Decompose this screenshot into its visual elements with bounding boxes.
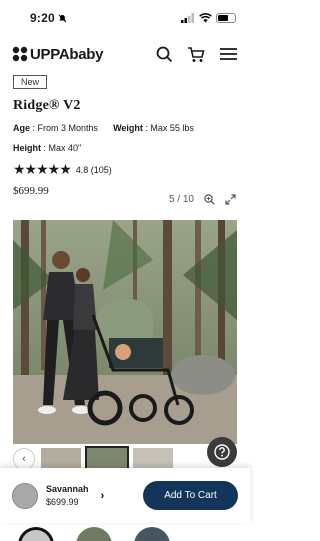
product-specs: Age : From 3 Months Weight : Max 55 lbs … xyxy=(13,123,237,153)
brand-name: UPPAbaby xyxy=(30,45,104,63)
search-button[interactable] xyxy=(154,44,174,64)
product-info: New Ridge® V2 Age : From 3 Months Weight… xyxy=(0,72,250,197)
spec-weight: Weight : Max 55 lbs xyxy=(113,123,194,133)
gallery-controls: 5 / 10 xyxy=(169,194,236,205)
color-swatch-row xyxy=(18,527,170,541)
bell-muted-icon xyxy=(58,14,67,22)
status-bar: 9:20 xyxy=(0,0,250,36)
sticky-add-to-cart-bar: Savannah $699.99 › Add To Cart xyxy=(0,468,250,523)
rating-value: 4.8 (105) xyxy=(75,164,112,175)
battery-icon xyxy=(216,13,236,23)
fullscreen-button[interactable] xyxy=(225,194,236,205)
thumbnail[interactable] xyxy=(41,448,81,468)
help-question-icon xyxy=(214,444,230,460)
thumbnail-strip: ‹ xyxy=(13,446,237,470)
variant-expand-button[interactable]: › xyxy=(101,490,105,502)
zoom-button[interactable] xyxy=(204,194,215,205)
signal-icon xyxy=(181,13,194,23)
spec-age: Age : From 3 Months xyxy=(13,123,99,133)
wifi-icon xyxy=(199,13,212,23)
new-badge: New xyxy=(13,75,48,89)
add-to-cart-button[interactable]: Add To Cart xyxy=(143,481,238,510)
site-header: UPPAbaby xyxy=(0,36,250,72)
star-rating-icon: ★★★★★ xyxy=(13,161,72,177)
thumbnail-active[interactable] xyxy=(85,446,129,470)
selected-color-swatch[interactable] xyxy=(12,482,38,509)
cart-button[interactable] xyxy=(186,44,206,64)
cart-icon xyxy=(188,46,205,62)
help-button[interactable] xyxy=(207,437,237,467)
expand-icon xyxy=(225,194,236,205)
selected-color-name: Savannah xyxy=(46,483,89,494)
brand-logo[interactable]: UPPAbaby xyxy=(12,46,103,63)
color-swatch-option[interactable] xyxy=(76,527,112,541)
thumbnail-prev-button[interactable]: ‹ xyxy=(13,448,35,470)
search-icon xyxy=(156,46,172,62)
stroller-lifestyle-photo xyxy=(13,220,237,444)
color-swatch-option[interactable] xyxy=(134,527,170,541)
time-text: 9:20 xyxy=(30,11,55,25)
color-swatch-option[interactable] xyxy=(18,527,54,541)
gallery-counter: 5 / 10 xyxy=(168,194,194,205)
hamburger-menu-icon xyxy=(219,48,237,60)
thumbnail[interactable] xyxy=(133,448,173,468)
spec-height: Height : Max 40" xyxy=(13,143,82,153)
chevron-right-icon: › xyxy=(100,489,105,502)
menu-button[interactable] xyxy=(218,44,238,64)
product-hero-image[interactable] xyxy=(13,220,237,444)
status-time: 9:20 xyxy=(30,11,67,25)
product-rating[interactable]: ★★★★★ 4.8 (105) xyxy=(13,161,237,178)
selected-variant-price: $699.99 xyxy=(46,496,79,507)
zoom-in-icon xyxy=(204,194,215,205)
brand-mark-icon xyxy=(12,46,28,62)
selected-variant-info: Savannah $699.99 xyxy=(46,483,89,509)
product-title: Ridge® V2 xyxy=(13,98,81,113)
